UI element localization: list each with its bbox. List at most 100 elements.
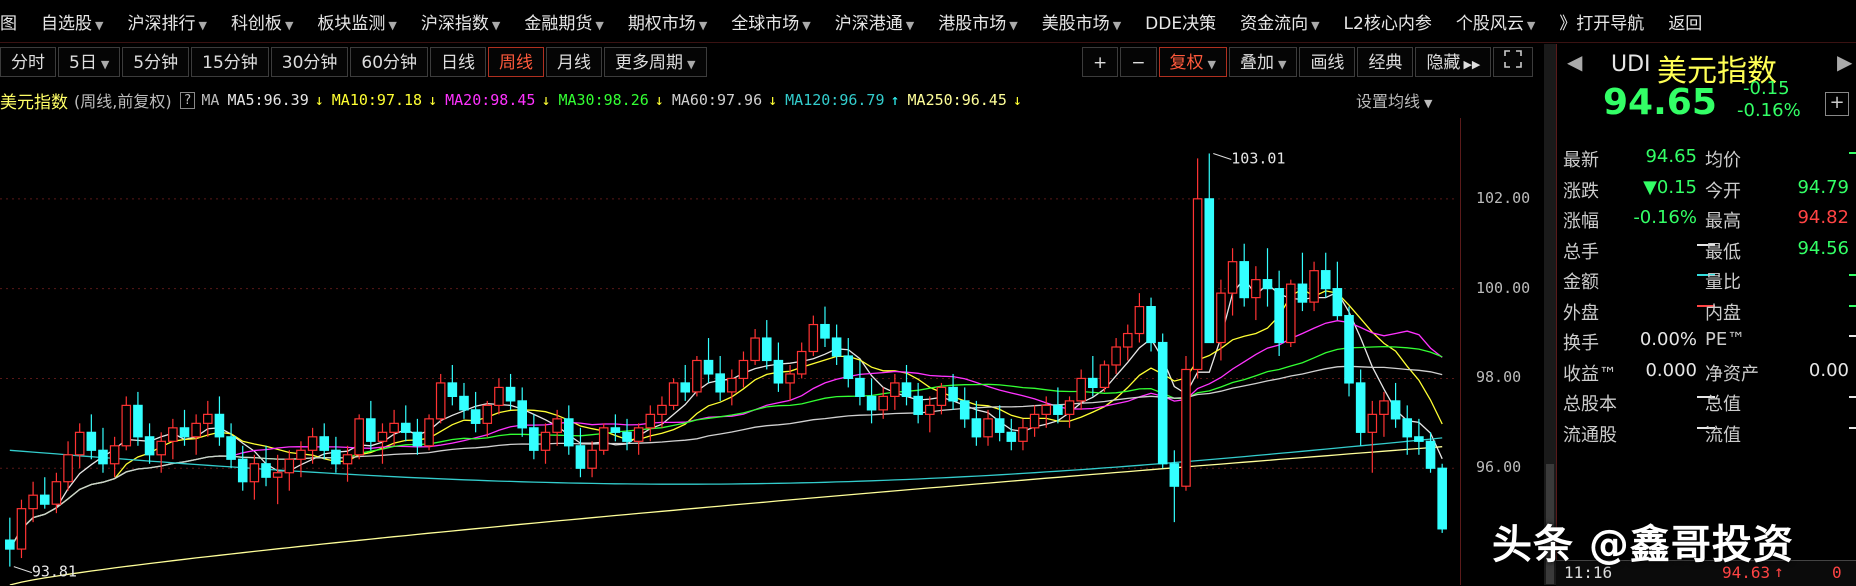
candle-body bbox=[1099, 364, 1110, 389]
candle-body bbox=[1169, 463, 1180, 487]
dash-icon bbox=[1849, 274, 1856, 276]
chevron-down-icon: ▼ bbox=[491, 18, 501, 32]
chevron-down-icon: ▼ bbox=[905, 18, 915, 32]
candle-body bbox=[412, 431, 423, 447]
candle-body bbox=[692, 359, 702, 393]
candle-body bbox=[1111, 346, 1121, 366]
ma-line-20 bbox=[9, 320, 1443, 550]
field-label: 换手 bbox=[1563, 333, 1599, 354]
candle-body bbox=[1216, 292, 1226, 344]
menu-item-15[interactable]: 个股风云 ▼ bbox=[1444, 9, 1547, 34]
period-5[interactable]: 60分钟 bbox=[350, 47, 429, 77]
ma-line-120 bbox=[9, 437, 1443, 485]
menu-item-11[interactable]: 美股市场 ▼ bbox=[1030, 9, 1133, 34]
next-symbol-icon[interactable]: ▶ bbox=[1837, 50, 1852, 74]
candle-body bbox=[727, 377, 737, 393]
menu-item-6[interactable]: 金融期货 ▼ bbox=[512, 9, 615, 34]
period-4[interactable]: 30分钟 bbox=[270, 47, 349, 77]
menu-item-label: 沪深港通 bbox=[834, 13, 903, 34]
prev-symbol-icon[interactable]: ◀ bbox=[1567, 50, 1582, 74]
candle-body bbox=[575, 445, 586, 469]
menu-item-label: 科创板 bbox=[230, 13, 282, 34]
period-0[interactable]: 分时 bbox=[0, 47, 56, 77]
menu-item-0[interactable]: 图 bbox=[0, 9, 29, 34]
zoom-out-button[interactable]: − bbox=[1120, 47, 1157, 77]
candle-body bbox=[936, 386, 947, 406]
period-8[interactable]: 月线 bbox=[546, 47, 603, 77]
help-icon[interactable]: ? bbox=[179, 91, 196, 109]
menu-item-16[interactable]: 》打开导航 bbox=[1547, 9, 1656, 34]
menu-item-12[interactable]: DDE决策 bbox=[1133, 9, 1228, 34]
menu-item-8[interactable]: 全球市场 ▼ bbox=[719, 9, 822, 34]
candle-body bbox=[680, 382, 691, 393]
classic-button[interactable]: 经典 bbox=[1357, 47, 1414, 77]
candlestick-chart[interactable]: 103.01 93.81 bbox=[0, 118, 1545, 585]
candle-body bbox=[878, 395, 889, 411]
period-9[interactable]: 更多周期 ▼ bbox=[604, 47, 707, 77]
annotation-label: 93.81 bbox=[32, 563, 77, 581]
candle-body bbox=[773, 359, 784, 384]
field-label: 内盘 bbox=[1705, 302, 1741, 324]
menu-item-14[interactable]: L2核心内参 bbox=[1332, 9, 1444, 34]
field-label: 总股本 bbox=[1563, 394, 1617, 415]
candle-body bbox=[470, 409, 481, 424]
period-2[interactable]: 5分钟 bbox=[122, 47, 190, 77]
candle-body bbox=[1402, 418, 1413, 438]
menu-item-label: 返回 bbox=[1668, 13, 1703, 34]
ma-items: MA5:96.39 ↓ MA10:97.18 ↓ MA20:98.45 ↓ MA30:98.… bbox=[227, 91, 1029, 109]
period-label: 5分钟 bbox=[133, 53, 179, 73]
candle-body bbox=[1227, 261, 1238, 294]
candle-body bbox=[1018, 427, 1028, 442]
hide-button[interactable]: 隐藏 ▶▶ bbox=[1415, 47, 1492, 77]
dash-icon bbox=[1849, 426, 1856, 429]
field-label: 收益™ bbox=[1563, 363, 1617, 385]
draw-line-button[interactable]: 画线 bbox=[1299, 47, 1356, 77]
menu-item-1[interactable]: 自选股 ▼ bbox=[29, 9, 115, 34]
field-label: 金额 bbox=[1563, 272, 1599, 293]
field-value: 94.65 bbox=[1645, 146, 1697, 167]
candle-body bbox=[389, 422, 399, 433]
menu-item-3[interactable]: 科创板 ▼ bbox=[219, 9, 305, 34]
period-1[interactable]: 5日 ▼ bbox=[58, 47, 121, 77]
overlay-dropdown[interactable]: 叠加 ▼ bbox=[1228, 47, 1298, 77]
chart-scrollbar[interactable] bbox=[1544, 44, 1556, 585]
menu-item-5[interactable]: 沪深指数 ▼ bbox=[409, 9, 512, 34]
period-label: 更多周期 bbox=[615, 53, 684, 73]
candle-body bbox=[505, 386, 516, 402]
field-label: PE™ bbox=[1705, 329, 1746, 350]
candle-body bbox=[901, 382, 912, 398]
candle-body bbox=[1332, 288, 1343, 317]
menu-item-17[interactable]: 返回 bbox=[1656, 9, 1714, 34]
fullscreen-button[interactable] bbox=[1493, 47, 1534, 77]
menu-item-4[interactable]: 板块监测 ▼ bbox=[305, 9, 408, 34]
fuquan-label: 复权 bbox=[1169, 53, 1204, 73]
menu-item-9[interactable]: 沪深港通 ▼ bbox=[823, 9, 926, 34]
period-7[interactable]: 周线 bbox=[488, 47, 545, 77]
zoom-in-button[interactable]: + bbox=[1082, 47, 1119, 77]
candle-body bbox=[1076, 377, 1086, 402]
candle-body bbox=[715, 373, 725, 393]
play-icon: ▶▶ bbox=[1463, 58, 1481, 71]
period-6[interactable]: 日线 bbox=[430, 47, 487, 77]
ma-item-4: MA60:97.96 ↓ bbox=[672, 91, 777, 109]
add-watchlist-button[interactable]: + bbox=[1825, 92, 1849, 116]
menu-item-label: 资金流向 bbox=[1240, 13, 1309, 34]
candle-body bbox=[994, 418, 1005, 433]
candle-body bbox=[1274, 288, 1284, 344]
menu-item-10[interactable]: 港股市场 ▼ bbox=[926, 9, 1029, 34]
ma-settings-dropdown[interactable]: 设置均线 ▼ bbox=[1356, 88, 1432, 112]
menu-item-7[interactable]: 期权市场 ▼ bbox=[616, 9, 719, 34]
arrow-down-icon: ↓ bbox=[428, 91, 438, 109]
candle-body bbox=[1157, 341, 1168, 465]
menu-item-2[interactable]: 沪深排行 ▼ bbox=[115, 9, 218, 34]
period-3[interactable]: 15分钟 bbox=[191, 47, 269, 77]
fuquan-dropdown[interactable]: 复权 ▼ bbox=[1158, 47, 1227, 77]
menu-item-13[interactable]: 资金流向 ▼ bbox=[1228, 9, 1331, 34]
candle-body bbox=[750, 337, 760, 362]
candle-body bbox=[284, 458, 295, 474]
candle-body bbox=[738, 359, 749, 380]
annotation-pointer bbox=[1213, 152, 1232, 160]
candle-body bbox=[645, 413, 656, 429]
candle-body bbox=[1088, 377, 1098, 389]
menu-item-label: 期权市场 bbox=[627, 13, 696, 34]
